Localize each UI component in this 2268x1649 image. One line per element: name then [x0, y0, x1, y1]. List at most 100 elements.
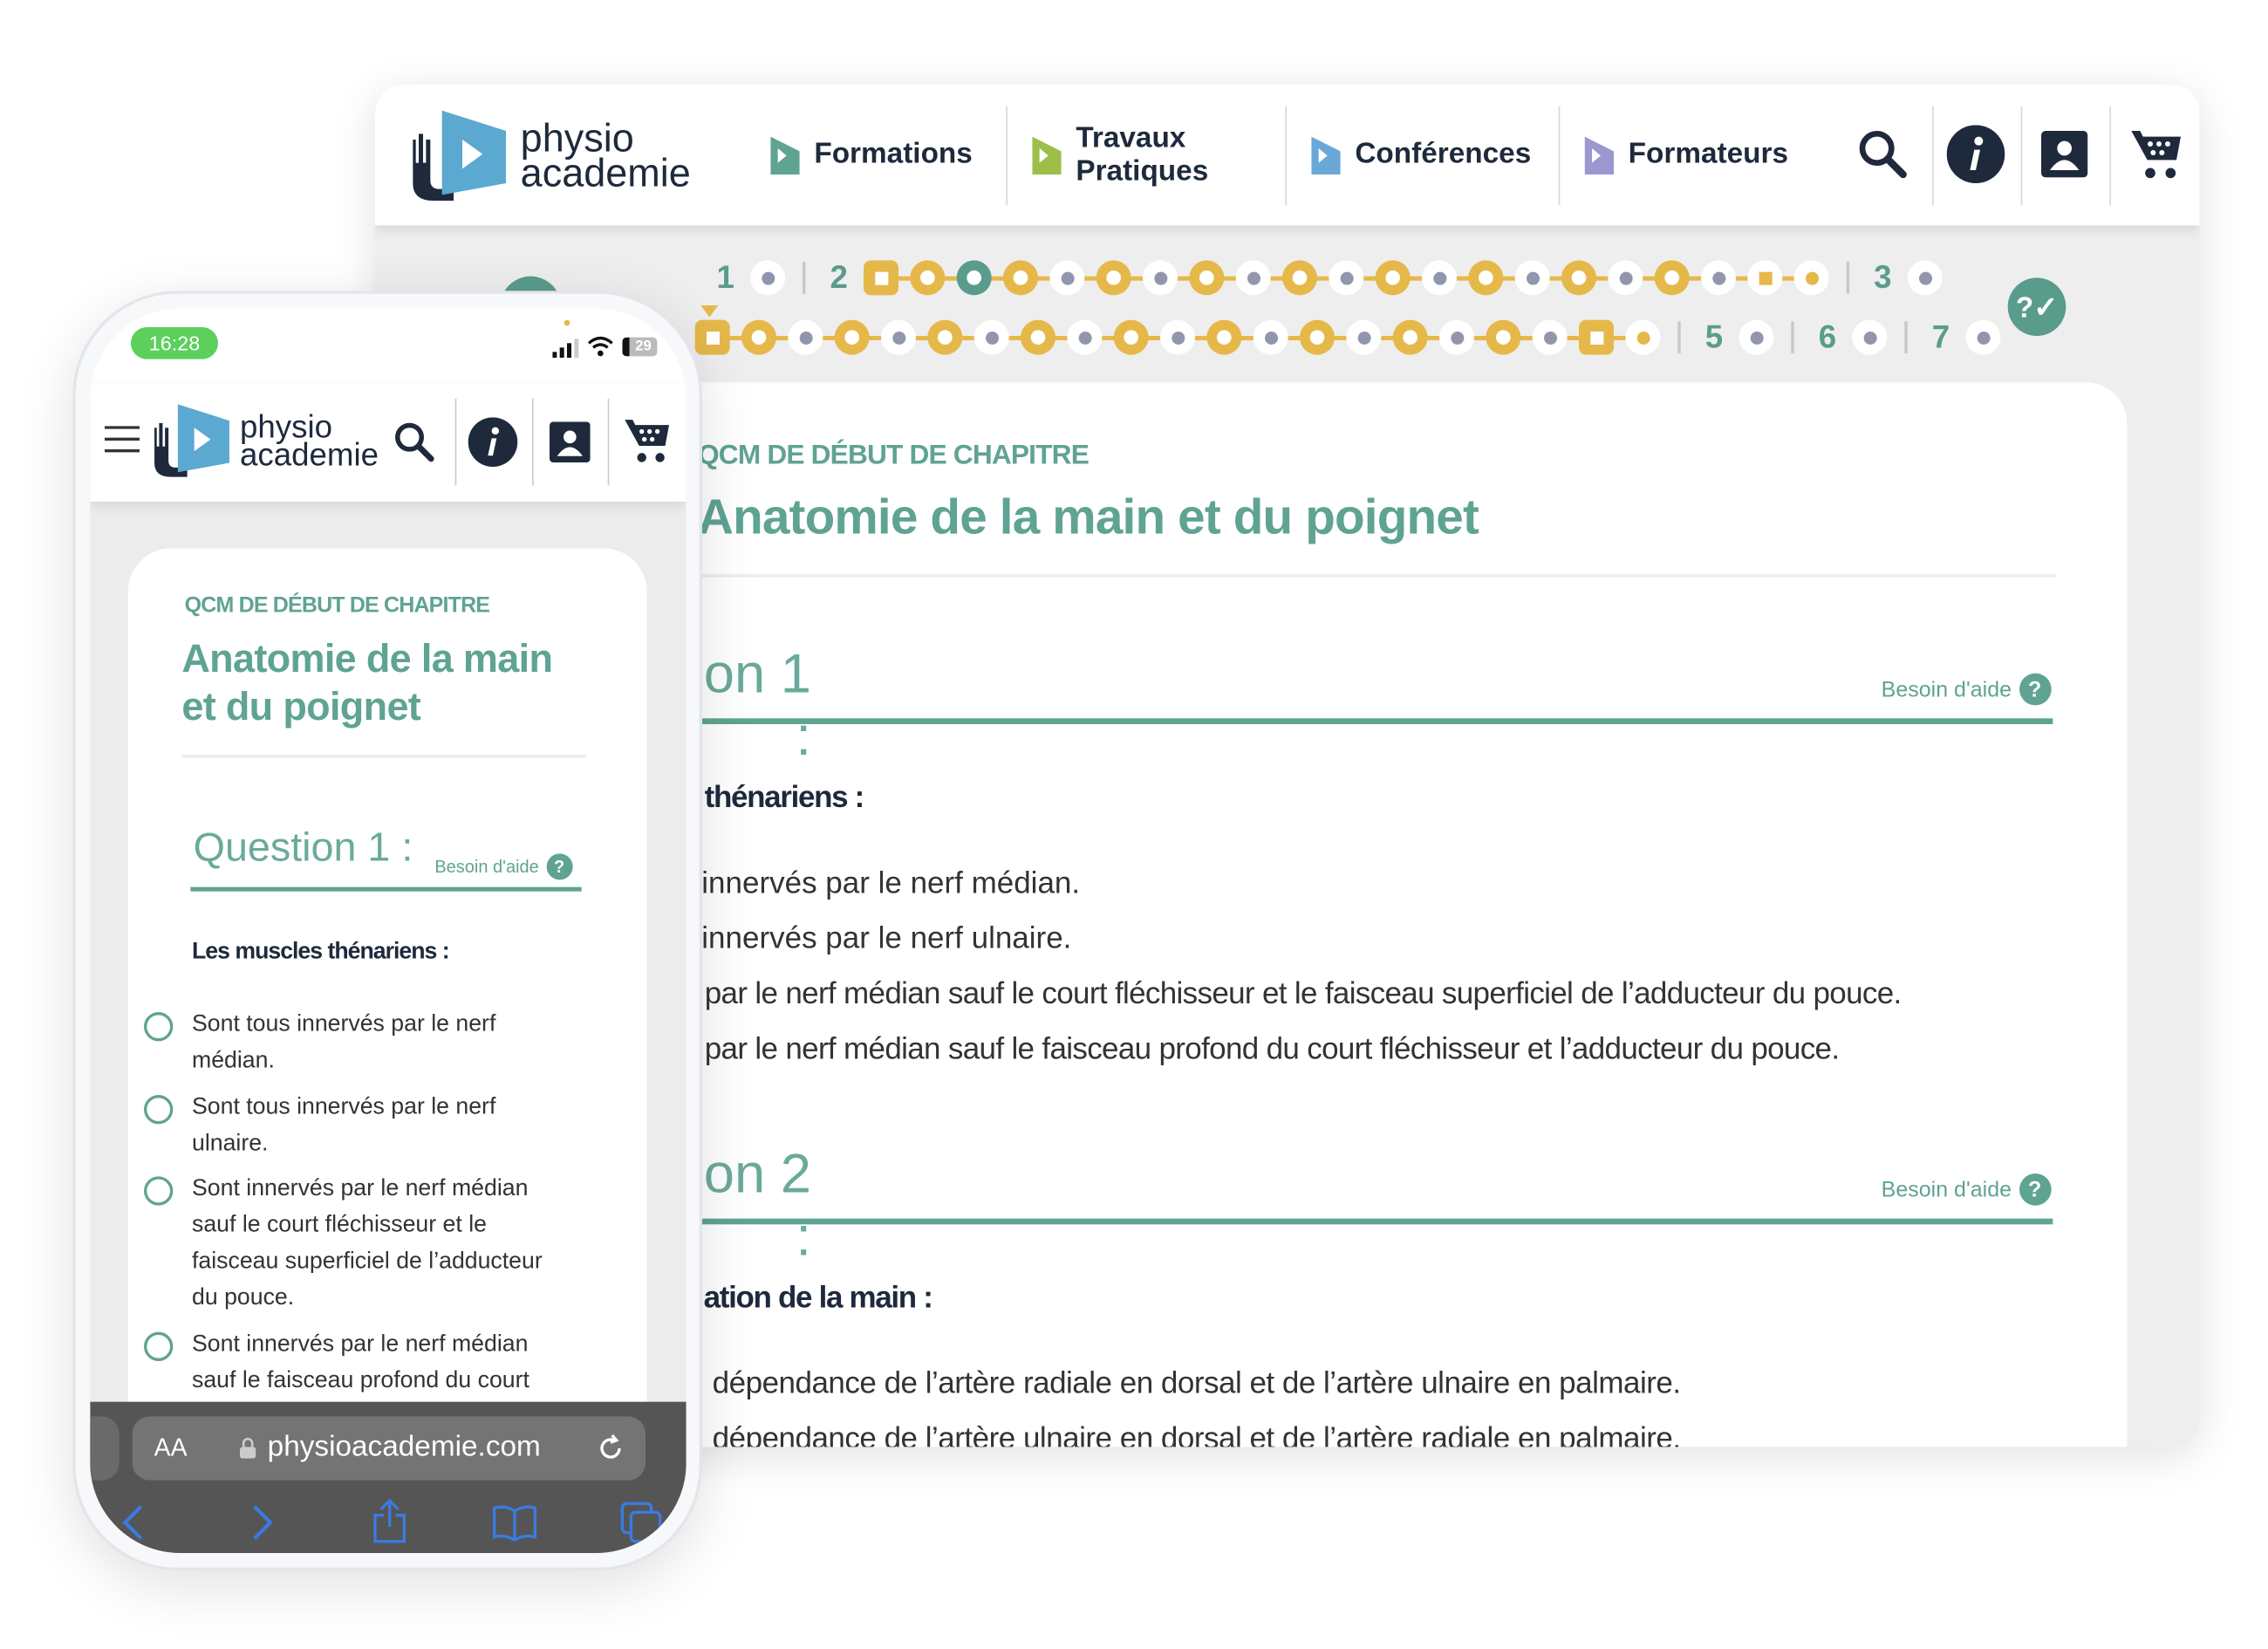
- chapter-number[interactable]: 1: [709, 259, 741, 297]
- step-pending[interactable]: [1160, 319, 1196, 355]
- step-pending[interactable]: [1701, 260, 1737, 296]
- nav-formateurs[interactable]: Formateurs: [1584, 85, 1788, 226]
- cart-icon[interactable]: [2127, 125, 2185, 183]
- step-yellow-dot[interactable]: [1793, 260, 1829, 296]
- step-completed[interactable]: [1392, 319, 1428, 355]
- info-icon[interactable]: [468, 417, 518, 468]
- info-icon[interactable]: [1946, 125, 2005, 184]
- step-pending[interactable]: [1067, 319, 1103, 355]
- radio-button[interactable]: [144, 1012, 174, 1042]
- option[interactable]: Sont innervés par le nerf médian sauf le…: [523, 977, 1902, 1012]
- step-completed[interactable]: [1486, 319, 1521, 355]
- step-completed[interactable]: [1300, 319, 1336, 355]
- step-pending[interactable]: [1739, 319, 1774, 355]
- option[interactable]: Sont tous innervés par le nerf médian.: [144, 1006, 556, 1078]
- tabs-icon[interactable]: [619, 1501, 663, 1544]
- step-pending[interactable]: [750, 260, 786, 296]
- bookmarks-icon[interactable]: [491, 1503, 537, 1542]
- user-icon[interactable]: [2035, 125, 2094, 183]
- option[interactable]: dépendance de l’artère ulnaire en dorsal…: [713, 1422, 1681, 1447]
- option[interactable]: Sont tous innervés par le nerf ulnaire.: [144, 1089, 556, 1161]
- status-bar: 16:28 29: [90, 308, 687, 385]
- step-completed[interactable]: [1021, 319, 1056, 355]
- chapter-number[interactable]: 5: [1698, 318, 1731, 356]
- search-icon[interactable]: [1854, 125, 1912, 183]
- step-pending[interactable]: [1965, 319, 2001, 355]
- logo[interactable]: physio academie: [407, 107, 691, 203]
- step-yellow-dot[interactable]: [1625, 319, 1661, 355]
- nav-conferences[interactable]: Conférences: [1311, 85, 1531, 226]
- step-completed[interactable]: [1561, 260, 1597, 296]
- step-pending[interactable]: [881, 319, 917, 355]
- step-completed[interactable]: [1206, 319, 1242, 355]
- step-square[interactable]: [864, 260, 899, 296]
- step-pending[interactable]: [1329, 260, 1364, 296]
- search-icon[interactable]: [394, 421, 435, 462]
- step-pending[interactable]: [1608, 260, 1643, 296]
- step-pending[interactable]: [1049, 260, 1085, 296]
- option[interactable]: Sont innervés par le nerf médian sauf le…: [144, 1326, 556, 1399]
- divider: [607, 398, 610, 486]
- cart-icon[interactable]: [622, 414, 672, 467]
- step-pending[interactable]: [1514, 260, 1550, 296]
- step-small-square[interactable]: [1747, 260, 1783, 296]
- step-completed[interactable]: [1654, 260, 1690, 296]
- logo[interactable]: physio academie: [150, 401, 379, 480]
- step-completed[interactable]: [1096, 260, 1131, 296]
- step-current[interactable]: [956, 260, 992, 296]
- step-pending[interactable]: [1907, 260, 1943, 296]
- radio-button[interactable]: [144, 1331, 174, 1362]
- step-pending[interactable]: [1422, 260, 1458, 296]
- quiz-help-icon[interactable]: ?✓: [2007, 277, 2066, 337]
- forward-icon[interactable]: [247, 1503, 276, 1541]
- option[interactable]: dépendance de l’artère radiale en dorsal…: [713, 1367, 1681, 1402]
- chapter-number[interactable]: 3: [1867, 259, 1899, 297]
- chapter-number[interactable]: 6: [1812, 318, 1844, 356]
- step-completed[interactable]: [834, 319, 870, 355]
- hamburger-menu-icon[interactable]: [105, 425, 140, 454]
- question-underline: [523, 718, 2053, 725]
- step-completed[interactable]: [1282, 260, 1318, 296]
- help-link[interactable]: Besoin d'aide?: [434, 853, 573, 880]
- nav-travaux-pratiques[interactable]: Travaux Pratiques: [1032, 85, 1221, 226]
- option[interactable]: Sont innervés par le nerf médian sauf le…: [523, 1032, 1840, 1067]
- radio-button[interactable]: [144, 1176, 174, 1206]
- step-completed[interactable]: [741, 319, 777, 355]
- reload-icon[interactable]: [595, 1433, 627, 1465]
- step-completed[interactable]: [1468, 260, 1504, 296]
- step-pending[interactable]: [1143, 260, 1178, 296]
- help-link[interactable]: Besoin d'aide?: [1882, 1173, 2052, 1206]
- step-completed[interactable]: [927, 319, 963, 355]
- chapter-steps: [1739, 319, 1774, 355]
- help-link[interactable]: Besoin d'aide?: [1882, 673, 2052, 706]
- step-pending[interactable]: [1439, 319, 1475, 355]
- phone-mockup: 16:28 29 physio academie QCM DE DÉBUT DE…: [72, 291, 703, 1571]
- option-label: Sont tous innervés par le nerf ulnaire.: [192, 1095, 496, 1157]
- chapter-number[interactable]: 7: [1925, 318, 1957, 356]
- user-icon[interactable]: [550, 421, 591, 463]
- step-completed[interactable]: [1113, 319, 1149, 355]
- option[interactable]: Sont innervés par le nerf médian sauf le…: [144, 1171, 556, 1317]
- step-pending[interactable]: [1253, 319, 1288, 355]
- step-pending[interactable]: [1852, 319, 1888, 355]
- step-completed[interactable]: [910, 260, 946, 296]
- step-pending[interactable]: [973, 319, 1009, 355]
- address-bar[interactable]: AA physioacademie.com: [132, 1416, 646, 1481]
- previous-tab[interactable]: [90, 1416, 120, 1481]
- step-completed[interactable]: [1003, 260, 1039, 296]
- step-pending[interactable]: [788, 319, 823, 355]
- step-pending[interactable]: [1235, 260, 1271, 296]
- step-completed[interactable]: [1189, 260, 1225, 296]
- step-square[interactable]: [1579, 319, 1615, 355]
- chapter-number[interactable]: 2: [823, 259, 855, 297]
- step-square[interactable]: [694, 319, 730, 355]
- back-icon[interactable]: [120, 1503, 148, 1541]
- share-icon[interactable]: [371, 1498, 408, 1544]
- nav-formations[interactable]: Formations: [770, 85, 973, 226]
- step-pending[interactable]: [1346, 319, 1382, 355]
- step-completed[interactable]: [1375, 260, 1411, 296]
- logo-text-line2: academie: [520, 151, 691, 195]
- text-size-button[interactable]: AA: [154, 1433, 188, 1462]
- step-pending[interactable]: [1532, 319, 1568, 355]
- radio-button[interactable]: [144, 1095, 174, 1125]
